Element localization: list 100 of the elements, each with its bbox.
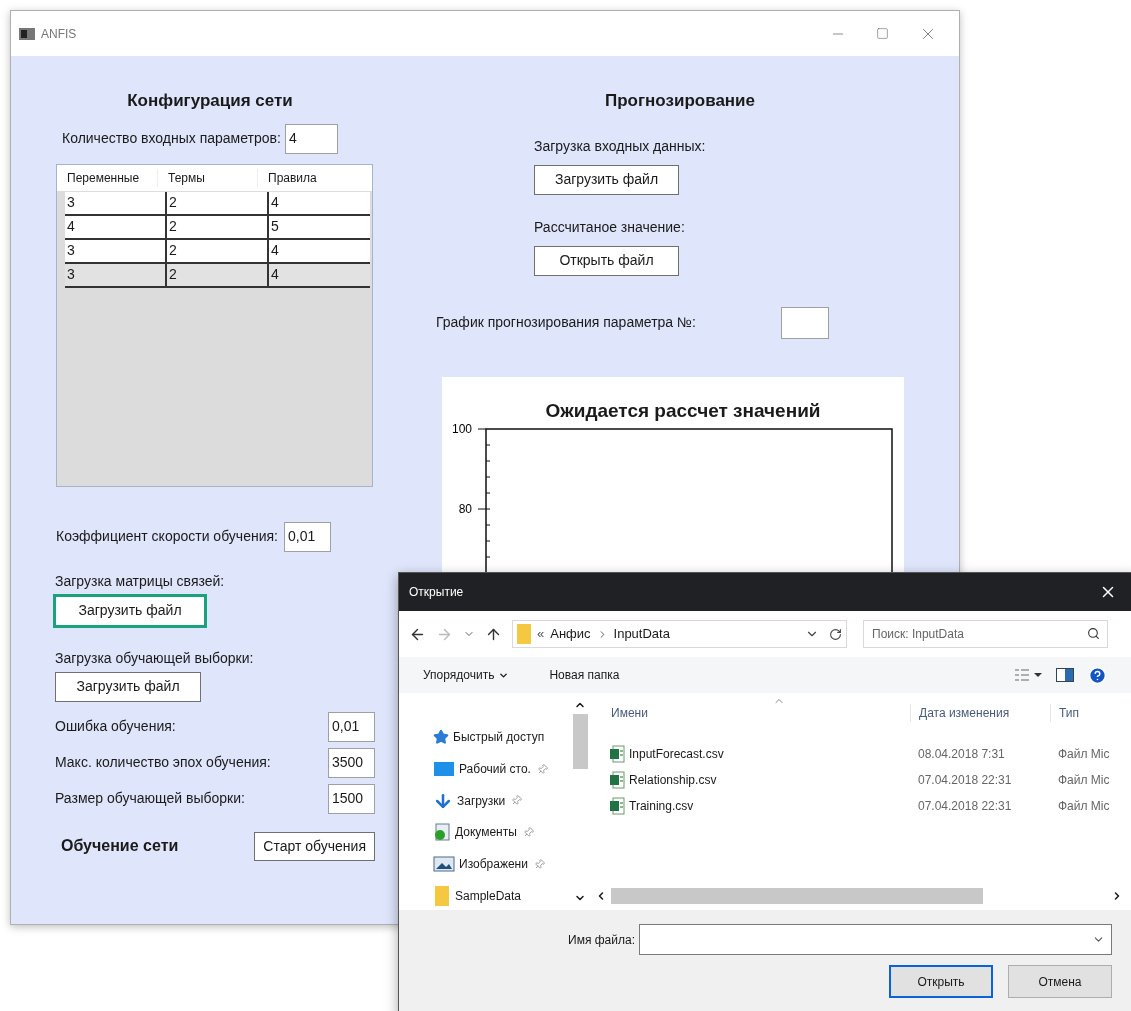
table-cell-text: 3 <box>66 265 76 284</box>
spreadsheet-file-icon <box>609 797 625 815</box>
new-folder-button[interactable]: Новая папка <box>549 666 620 684</box>
view-options-icon[interactable] <box>1014 668 1042 682</box>
start-training-button[interactable]: Старт обучения <box>254 831 375 861</box>
file-type: Файл Mic <box>1057 746 1110 763</box>
column-header[interactable]: Переменные <box>57 168 157 187</box>
field-label: Рассчитаное значение: <box>534 217 686 237</box>
file-name-field[interactable] <box>639 924 1112 955</box>
file-type: Файл Mic <box>1057 798 1110 815</box>
file-name: Training.csv <box>629 798 694 815</box>
preview-pane-icon[interactable] <box>1056 668 1074 682</box>
file-name: InputForecast.csv <box>629 746 724 763</box>
refresh-icon[interactable] <box>829 627 842 641</box>
nav-label[interactable]: SampleData <box>455 886 522 905</box>
field-label: График прогнозирования параметра №: <box>436 313 697 332</box>
table-cell: 4 <box>267 191 370 214</box>
nav-item[interactable]: SampleData <box>433 881 571 911</box>
field-label: Имя файла: <box>568 931 635 949</box>
table-cell: 4 <box>267 263 370 286</box>
table-cell: 2 <box>165 215 267 238</box>
column-header[interactable]: Имени <box>595 704 910 722</box>
open-file-button[interactable]: Открыть файл <box>534 245 679 276</box>
field-label: Ошибка обучения: <box>55 717 176 736</box>
parameter-field[interactable]: 3500 <box>328 747 375 778</box>
table-cell: 2 <box>165 263 267 286</box>
field-label: Загрузка матрицы связей: <box>55 571 226 591</box>
load-file-button[interactable]: Загрузить файл <box>55 595 205 626</box>
tick-label: 80 <box>458 501 472 516</box>
folder-icon <box>517 624 531 644</box>
field-label: Размер обучающей выборки: <box>55 789 245 808</box>
address-bar[interactable]: « Анфис InputData <box>512 620 847 648</box>
table-row[interactable]: 4 2 5 <box>65 215 370 240</box>
field-label: Макс. количество эпох обучения: <box>55 753 271 772</box>
image-icon <box>433 856 455 872</box>
table-cell-text: 3 <box>66 193 76 212</box>
nav-item[interactable]: Изображени <box>433 849 571 879</box>
nav-item[interactable]: Рабочий сто. <box>433 754 571 784</box>
nav-item[interactable]: Загрузки <box>433 786 571 815</box>
nav-label[interactable]: Быстрый доступ <box>453 728 545 747</box>
section-heading: Конфигурация сети <box>126 90 294 112</box>
nav-label[interactable]: Документы <box>455 823 517 842</box>
scroll-thumb[interactable] <box>572 714 588 769</box>
section-heading: Прогнозирование <box>604 90 756 112</box>
spreadsheet-file-icon <box>609 771 625 789</box>
parameter-field[interactable]: 0,01 <box>328 711 375 742</box>
column-header[interactable]: Термы <box>157 168 257 187</box>
field-label: Загрузка входных данных: <box>534 136 707 156</box>
dialog-button[interactable]: Открыть <box>889 965 993 998</box>
tick-label: 100 <box>451 421 472 436</box>
field-label: Количество входных параметров: <box>62 129 281 148</box>
star-icon <box>433 729 449 746</box>
table-cell-text: 4 <box>66 217 76 236</box>
path-overflow[interactable]: « <box>537 624 545 644</box>
organize-menu-button[interactable]: Упорядочить <box>423 666 510 684</box>
folder-icon <box>433 884 451 907</box>
nav-label[interactable]: Рабочий сто. <box>459 760 531 778</box>
nav-item[interactable]: Документы <box>433 818 571 847</box>
path-segment[interactable]: Анфис <box>550 624 591 644</box>
load-file-button[interactable]: Загрузить файл <box>534 164 679 195</box>
help-icon[interactable] <box>1088 665 1107 685</box>
file-row[interactable]: Training.csv 07.04.2018 22:31 Файл Mic <box>595 793 1131 819</box>
table-row[interactable]: 3 2 4 <box>65 239 370 264</box>
document-icon <box>433 823 451 842</box>
field-label: Загрузка обучающей выборки: <box>55 648 255 668</box>
file-row[interactable]: InputForecast.csv 08.04.2018 7:31 Файл Mic <box>595 741 1131 767</box>
file-date: 07.04.2018 22:31 <box>917 798 1013 815</box>
input-count-field[interactable]: 4 <box>284 123 338 154</box>
table-row[interactable]: 3 2 4 <box>65 263 370 288</box>
table-cell: 5 <box>267 215 370 238</box>
column-header[interactable]: Дата изменения <box>910 704 1050 722</box>
section-heading: Обучение сети <box>61 836 179 856</box>
path-segment[interactable]: InputData <box>613 624 670 644</box>
nav-label[interactable]: Загрузки <box>457 791 506 810</box>
window-title: ANFIS <box>41 25 77 43</box>
dialog-button[interactable]: Отмена <box>1008 965 1112 998</box>
load-file-button[interactable]: Загрузить файл <box>55 671 201 702</box>
desktop-icon <box>433 761 455 777</box>
chart-title: Ожидается рассчет значений <box>544 398 822 423</box>
learning-rate-field[interactable]: 0,01 <box>283 521 331 552</box>
nav-label[interactable]: Изображени <box>459 855 528 873</box>
file-type: Файл Mic <box>1057 772 1110 789</box>
field-label: Коэффициент скорости обучения: <box>56 527 278 546</box>
search-icon <box>1087 627 1100 640</box>
table-cell: 2 <box>165 191 267 214</box>
column-header[interactable]: Правила <box>257 168 362 187</box>
spreadsheet-file-icon <box>609 745 625 763</box>
table-row[interactable]: 3 2 4 <box>65 191 370 216</box>
parameter-field[interactable]: 1500 <box>328 783 375 814</box>
table-cell: 4 <box>267 239 370 262</box>
file-date: 08.04.2018 7:31 <box>917 746 1006 763</box>
scroll-thumb[interactable] <box>611 888 983 904</box>
nav-item[interactable]: Быстрый доступ <box>433 723 571 752</box>
search-field[interactable]: Поиск: InputData <box>863 620 1108 648</box>
column-header[interactable]: Тип <box>1050 704 1079 722</box>
app-icon <box>19 27 35 40</box>
table-cell-text: 3 <box>66 241 76 260</box>
file-name: Relationship.csv <box>629 772 717 789</box>
file-row[interactable]: Relationship.csv 07.04.2018 22:31 Файл Mic <box>595 767 1131 793</box>
parameter-number-field[interactable] <box>781 306 829 339</box>
